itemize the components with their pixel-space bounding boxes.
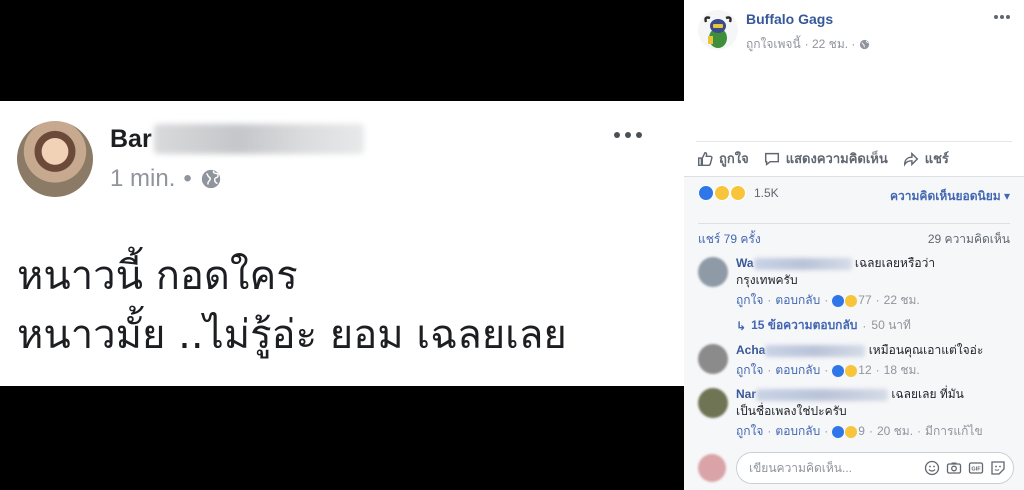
haha-reaction-icon — [845, 364, 858, 377]
comment-composer: GIF — [698, 452, 1014, 484]
camera-icon[interactable] — [946, 460, 962, 476]
commenter-avatar[interactable] — [698, 388, 728, 418]
author-name-row: Bar — [110, 124, 364, 154]
share-label: แชร์ — [924, 151, 949, 166]
svg-text:GIF: GIF — [971, 467, 981, 473]
name-censor-blur — [753, 257, 852, 270]
like-reaction-icon — [832, 294, 845, 307]
comment-like-link[interactable]: ถูกใจ — [736, 423, 763, 440]
current-user-avatar — [698, 454, 726, 482]
commenter-name[interactable]: Acha — [736, 343, 765, 357]
more-options-icon — [614, 124, 650, 146]
comment-time[interactable]: 22 ชม. — [884, 292, 920, 309]
reply-arrow-icon: ↳ — [736, 318, 747, 333]
shares-comments-row: แชร์ 79 ครั้ง 29 ความคิดเห็น — [698, 223, 1010, 249]
comment-body: Wa เฉลยเลยหรือว่า กรุงเทพครับ ถูกใจ · ตอบ… — [736, 255, 1014, 309]
sticker-icon[interactable] — [990, 460, 1006, 476]
name-censor-blur — [756, 388, 889, 401]
share-arrow-icon — [903, 151, 919, 167]
edited-label[interactable]: มีการแก้ไข — [925, 423, 983, 440]
action-bar: ถูกใจ แสดงความคิดเห็น แชร์ — [696, 141, 1012, 171]
comment-like-link[interactable]: ถูกใจ — [736, 292, 763, 309]
replies-label: 15 ข้อความตอบกลับ — [751, 318, 858, 332]
comment-time[interactable]: 20 ชม. — [877, 423, 913, 440]
post-meta: 1 min. • — [110, 165, 222, 193]
comment-reaction-count[interactable]: 9 — [858, 423, 865, 440]
like-button[interactable]: ถูกใจ — [696, 148, 749, 169]
page-subline: ถูกใจเพจนี้ · 22 ชม. · — [746, 35, 870, 54]
comment-reply-link[interactable]: ตอบกลับ — [775, 292, 820, 309]
comment-time[interactable]: 18 ชม. — [884, 362, 920, 379]
replies-time: 50 นาที — [871, 318, 911, 332]
like-label: ถูกใจ — [719, 151, 749, 166]
meta-bullet: • — [183, 165, 192, 192]
comment-text: เฉลยเลยหรือว่า — [854, 256, 936, 270]
post-text-line-2: หนาวมั้ย ..ไม่รู้อ่ะ ยอม เฉลยเลย — [17, 312, 567, 358]
comment-actions: ถูกใจ · ตอบกลับ · 77 · 22 ชม. — [736, 292, 920, 309]
comment-body: Nar เฉลยเลย ที่มัน เป็นชื่อเพลงใช่ปะครับ… — [736, 386, 1014, 440]
comment-text: เฉลยเลย ที่มัน — [891, 387, 964, 401]
comments-count-link[interactable]: 29 ความคิดเห็น — [928, 230, 1010, 249]
comment-icon — [764, 152, 779, 166]
globe-icon — [201, 169, 220, 189]
thumbs-up-icon — [697, 151, 713, 166]
screenshot: Bar 1 min. • หนาวนี้ กอดใคร หนาวมั้ย ..ไ… — [0, 0, 1024, 490]
author-name: Bar — [110, 124, 152, 153]
commenter-avatar[interactable] — [698, 344, 728, 374]
post-time: 1 min. — [110, 165, 176, 192]
reactions-summary[interactable]: 1.5K — [698, 185, 779, 201]
composer-tools: GIF — [924, 460, 1006, 476]
post-photo: Bar 1 min. • หนาวนี้ กอดใคร หนาวมั้ย ..ไ… — [0, 0, 684, 490]
page-name-link[interactable]: Buffalo Gags — [746, 11, 833, 27]
comment-sort-dropdown[interactable]: ความคิดเห็นยอดนิยม ▾ — [890, 187, 1010, 206]
like-reaction-icon — [832, 364, 845, 377]
comment-text-line-2: เป็นชื่อเพลงใช่ปะครับ — [736, 404, 847, 418]
commenter-avatar[interactable] — [698, 257, 728, 287]
comment-reply-link[interactable]: ตอบกลับ — [775, 423, 820, 440]
emoji-icon[interactable] — [924, 460, 940, 476]
comment-like-link[interactable]: ถูกใจ — [736, 362, 763, 379]
page-time[interactable]: · 22 ชม. · — [805, 35, 856, 54]
comment-label: แสดงความคิดเห็น — [785, 151, 888, 166]
comment-body: Acha เหมือนคุณเอาแต่ใจอ่ะ ถูกใจ · ตอบกลับ… — [736, 342, 1014, 379]
post-options-icon[interactable] — [994, 15, 1010, 21]
name-censor-blur — [765, 344, 866, 357]
page-avatar[interactable] — [698, 10, 738, 50]
sad-reaction-icon — [730, 185, 746, 201]
commenter-name[interactable]: Nar — [736, 387, 756, 401]
comment-actions: ถูกใจ · ตอบกลับ · 12 · 18 ชม. — [736, 362, 920, 379]
comment-reply-link[interactable]: ตอบกลับ — [775, 362, 820, 379]
comment-actions: ถูกใจ · ตอบกลับ · 9 · 20 ชม. · มีการแก้ไข — [736, 423, 983, 440]
name-censor-blur — [153, 124, 364, 154]
reaction-count: 1.5K — [754, 186, 779, 200]
like-reaction-icon — [698, 185, 714, 201]
comment-text: เหมือนคุณเอาแต่ใจอ่ะ — [868, 343, 984, 357]
haha-reaction-icon — [714, 185, 730, 201]
comment-text-line-2: กรุงเทพครับ — [736, 273, 798, 287]
comment-reaction-count[interactable]: 12 — [858, 362, 871, 379]
shares-link[interactable]: แชร์ 79 ครั้ง — [698, 230, 761, 249]
comment-button[interactable]: แสดงความคิดเห็น — [763, 148, 888, 169]
haha-reaction-icon — [845, 425, 858, 438]
like-reaction-icon — [832, 425, 845, 438]
liked-page-link[interactable]: ถูกใจเพจนี้ — [746, 35, 801, 54]
post-text-line-1: หนาวนี้ กอดใคร — [17, 253, 298, 299]
haha-reaction-icon — [845, 294, 858, 307]
comment-reaction-count[interactable]: 77 — [858, 292, 871, 309]
globe-icon — [860, 39, 870, 50]
buffalo-logo-icon — [704, 16, 732, 48]
commenter-name[interactable]: Wa — [736, 256, 754, 270]
author-avatar — [17, 121, 93, 197]
share-button[interactable]: แชร์ — [902, 148, 949, 169]
facebook-side-panel: Buffalo Gags ถูกใจเพจนี้ · 22 ชม. · ถูกใ… — [684, 0, 1024, 490]
view-replies-link[interactable]: ↳ 15 ข้อความตอบกลับ · 50 นาที — [736, 316, 911, 335]
gif-icon[interactable]: GIF — [968, 460, 984, 476]
